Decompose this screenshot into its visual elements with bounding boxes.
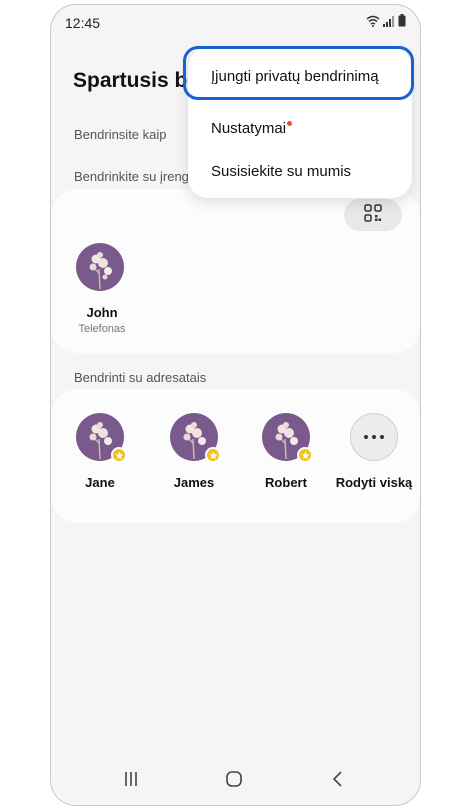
flower-image-icon	[89, 252, 112, 290]
contact-item-robert[interactable]: Robert	[251, 413, 321, 490]
back-button[interactable]	[317, 769, 357, 793]
back-icon	[331, 770, 343, 793]
device-name: John	[86, 305, 118, 320]
avatar	[170, 413, 221, 463]
menu-item-label: Nustatymai	[211, 120, 287, 137]
home-icon	[225, 770, 243, 793]
menu-item-contact-us[interactable]: Susisiekite su mumis	[211, 163, 351, 180]
contact-name: James	[173, 475, 215, 490]
favorite-star-icon	[111, 447, 127, 463]
device-item[interactable]: John Telefonas	[76, 243, 128, 335]
share-with-contacts-label: Bendrinti su adresatais	[74, 370, 207, 385]
contact-name: Jane	[85, 475, 115, 490]
menu-item-label: Susisiekite su mumis	[211, 163, 352, 180]
recents-button[interactable]	[111, 769, 151, 793]
favorite-star-icon	[297, 447, 313, 463]
avatar	[76, 243, 124, 291]
battery-icon	[398, 14, 406, 32]
menu-item-settings[interactable]: Nustatymai	[211, 120, 293, 137]
more-dots-icon	[350, 413, 398, 461]
contact-name: Robert	[265, 475, 307, 490]
contact-item-james[interactable]: James	[159, 413, 229, 490]
qr-code-icon	[364, 203, 382, 227]
highlight-outline	[183, 46, 414, 100]
status-time: 12:45	[65, 15, 101, 31]
signal-icon	[383, 14, 395, 32]
share-as-label: Bendrinsite kaip	[74, 127, 167, 142]
wifi-icon	[366, 14, 380, 32]
qr-code-button[interactable]	[344, 199, 402, 231]
avatar	[76, 413, 127, 463]
home-button[interactable]	[214, 769, 254, 793]
avatar	[262, 413, 313, 463]
recents-icon	[123, 771, 139, 792]
phone-frame: 12:45 Spartusis bendrinimas Bendrinsite …	[50, 4, 421, 806]
status-icons	[366, 14, 406, 32]
notification-dot	[287, 121, 293, 126]
status-bar: 12:45	[51, 5, 420, 39]
favorite-star-icon	[205, 447, 221, 463]
contact-item-jane[interactable]: Jane	[65, 413, 135, 490]
navigation-bar	[51, 755, 420, 805]
device-type: Telefonas	[78, 323, 126, 335]
show-all-contacts-button[interactable]: Rodyti viską	[336, 413, 412, 490]
show-all-label: Rodyti viską	[335, 475, 413, 490]
